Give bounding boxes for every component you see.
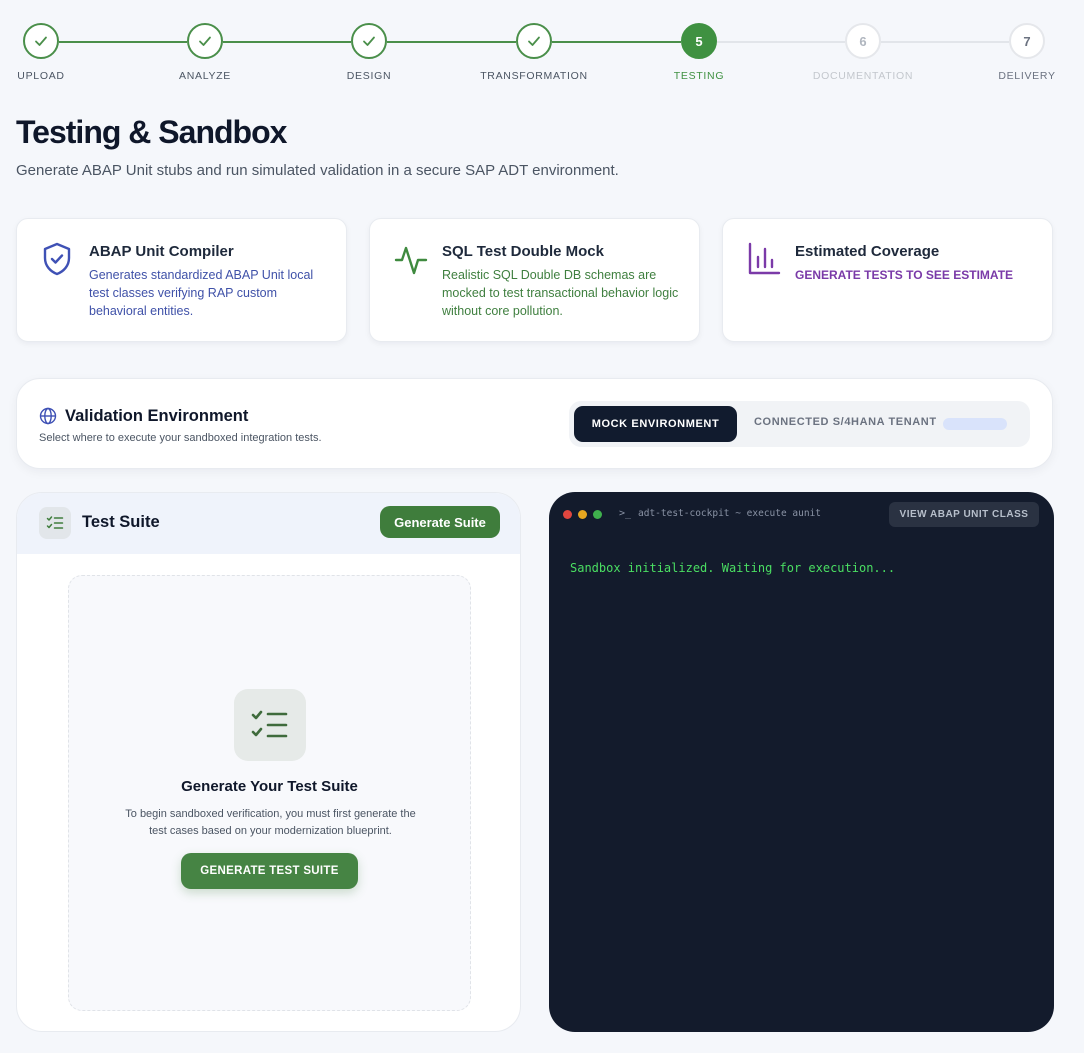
coverage-estimate-text: GENERATE TESTS TO SEE ESTIMATE <box>795 268 1014 282</box>
window-close-dot <box>563 510 572 519</box>
check-icon <box>516 23 552 59</box>
check-icon <box>23 23 59 59</box>
checklist-icon <box>234 689 306 761</box>
card-title: ABAP Unit Compiler <box>89 243 234 260</box>
validation-environment-panel: Validation Environment Select where to e… <box>16 378 1053 469</box>
card-description: Realistic SQL Double DB schemas are mock… <box>442 268 679 318</box>
connected-tenant-button[interactable]: CONNECTED S/4HANA TENANT <box>754 416 937 428</box>
view-abap-unit-class-button[interactable]: VIEW ABAP UNIT CLASS <box>889 502 1039 527</box>
step-label: DESIGN <box>346 70 392 82</box>
test-suite-title: Test Suite <box>82 513 160 531</box>
step-label: UPLOAD <box>17 70 65 82</box>
page-subtitle: Generate ABAP Unit stubs and run simulat… <box>16 162 619 179</box>
step-delivery[interactable]: 7 DELIVERY <box>967 23 1084 82</box>
mock-environment-button[interactable]: MOCK ENVIRONMENT <box>574 406 737 442</box>
step-label: ANALYZE <box>179 70 231 82</box>
terminal-title: adt-test-cockpit ~ execute aunit <box>638 508 822 519</box>
activity-icon <box>394 241 428 277</box>
generate-suite-button[interactable]: Generate Suite <box>380 506 500 538</box>
step-documentation[interactable]: 6 DOCUMENTATION <box>803 23 923 82</box>
empty-state-description: To begin sandboxed verification, you mus… <box>125 808 416 837</box>
step-number: 5 <box>681 23 717 59</box>
sql-test-double-card: SQL Test Double Mock Realistic SQL Doubl… <box>369 218 700 342</box>
estimated-coverage-card: Estimated Coverage GENERATE TESTS TO SEE… <box>722 218 1053 342</box>
step-label: TESTING <box>673 70 725 82</box>
empty-state: Generate Your Test Suite To begin sandbo… <box>68 575 471 1011</box>
check-icon <box>351 23 387 59</box>
step-label: TRANSFORMATION <box>480 70 588 82</box>
progress-stepper: UPLOAD ANALYZE DESIGN TRANSFORMATION 5 T… <box>0 0 1084 92</box>
test-suite-panel: Test Suite Generate Suite Generate Your … <box>16 492 521 1032</box>
card-title: Estimated Coverage <box>795 243 940 260</box>
page-title: Testing & Sandbox <box>16 114 287 150</box>
globe-icon <box>39 407 57 425</box>
terminal-panel: >_ adt-test-cockpit ~ execute aunit VIEW… <box>549 492 1054 1032</box>
abap-unit-compiler-card: ABAP Unit Compiler Generates standardize… <box>16 218 347 342</box>
step-analyze[interactable]: ANALYZE <box>145 23 265 82</box>
step-upload[interactable]: UPLOAD <box>0 23 101 82</box>
test-suite-header: Test Suite Generate Suite <box>17 493 520 554</box>
generate-test-suite-button[interactable]: GENERATE TEST SUITE <box>181 853 358 889</box>
card-title: SQL Test Double Mock <box>442 243 604 260</box>
window-minimize-dot <box>578 510 587 519</box>
environment-title: Validation Environment <box>65 407 249 425</box>
window-maximize-dot <box>593 510 602 519</box>
card-description: Generates standardized ABAP Unit local t… <box>89 268 314 318</box>
step-number: 6 <box>845 23 881 59</box>
terminal-output: Sandbox initialized. Waiting for executi… <box>570 561 896 575</box>
loading-placeholder <box>943 418 1007 430</box>
step-number: 7 <box>1009 23 1045 59</box>
step-label: DELIVERY <box>998 70 1056 82</box>
checklist-icon <box>39 507 71 539</box>
environment-toggle: MOCK ENVIRONMENT CONNECTED S/4HANA TENAN… <box>569 401 1030 447</box>
step-design[interactable]: DESIGN <box>309 23 429 82</box>
terminal-prompt-icon: >_ <box>619 508 632 519</box>
empty-state-title: Generate Your Test Suite <box>181 778 358 795</box>
step-transformation[interactable]: TRANSFORMATION <box>474 23 594 82</box>
step-testing[interactable]: 5 TESTING <box>639 23 759 82</box>
bar-chart-icon <box>747 241 781 277</box>
check-icon <box>187 23 223 59</box>
environment-subtitle: Select where to execute your sandboxed i… <box>39 432 322 444</box>
step-label: DOCUMENTATION <box>812 70 914 82</box>
shield-check-icon <box>41 241 75 277</box>
